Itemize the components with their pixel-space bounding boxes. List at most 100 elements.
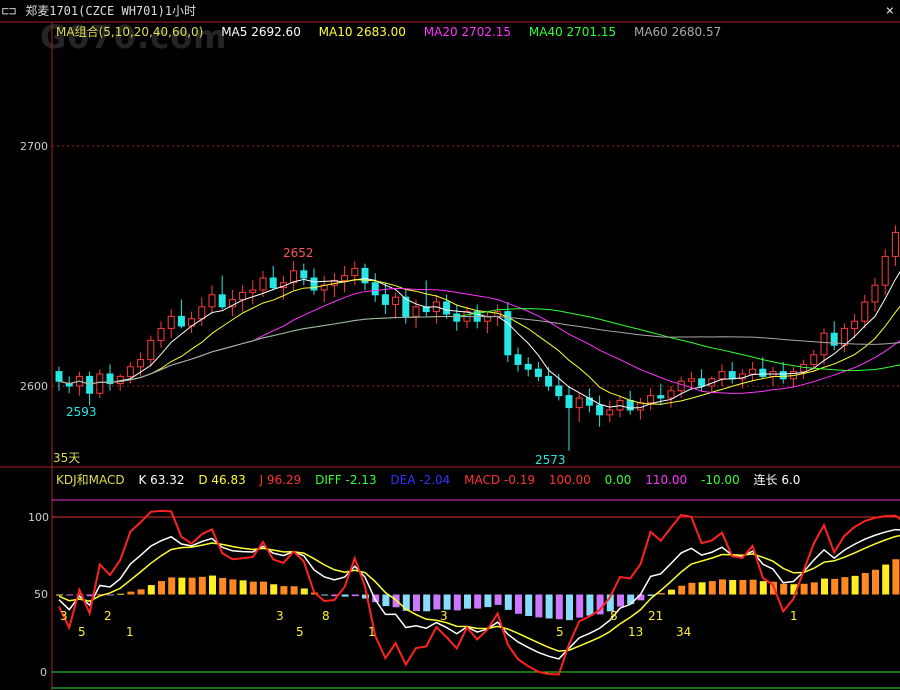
candle-body[interactable] xyxy=(126,366,134,377)
macd-bar xyxy=(443,594,451,610)
candles-group xyxy=(55,225,899,451)
macd-bar xyxy=(861,572,869,595)
macd-bar xyxy=(209,575,216,595)
candle-body[interactable] xyxy=(728,371,736,380)
macd-bar xyxy=(433,594,441,610)
candle-body[interactable] xyxy=(86,375,94,394)
chart-canvas[interactable]: 2700 2600 2652 2593 2573 35天 100 50 0 35… xyxy=(0,0,900,690)
candle-body[interactable] xyxy=(269,277,277,289)
macd-bar xyxy=(821,578,828,595)
macd-bar xyxy=(341,594,349,597)
candle-body[interactable] xyxy=(239,291,247,301)
candle-body[interactable] xyxy=(575,397,583,409)
candle-body[interactable] xyxy=(96,373,104,394)
candle-body[interactable] xyxy=(840,327,848,346)
candle-body[interactable] xyxy=(524,363,532,370)
candle-body[interactable] xyxy=(565,395,573,409)
macd-bar xyxy=(198,576,206,595)
macd-bar xyxy=(892,559,900,595)
macd-bar xyxy=(249,581,257,595)
macd-bar xyxy=(127,591,135,595)
axis-label-50: 50 xyxy=(34,588,48,601)
candle-body[interactable] xyxy=(443,301,451,315)
macd-bar xyxy=(545,594,553,619)
candle-body[interactable] xyxy=(687,378,695,382)
candle-body[interactable] xyxy=(157,327,165,341)
candle-body[interactable] xyxy=(810,354,818,365)
macd-bar xyxy=(504,594,512,610)
candle-body[interactable] xyxy=(137,359,145,368)
macd-bar xyxy=(729,579,737,595)
macd-bar xyxy=(759,581,767,595)
macd-bar xyxy=(882,564,890,595)
macd-bar xyxy=(810,582,818,595)
macd-bar xyxy=(484,594,492,608)
macd-bar xyxy=(188,577,196,595)
macd-bar xyxy=(708,581,716,595)
count-label: 8 xyxy=(322,609,330,623)
candle-body[interactable] xyxy=(514,354,522,365)
count-label: 8 xyxy=(610,609,618,623)
candle-body[interactable] xyxy=(677,380,685,392)
macd-bar xyxy=(627,594,635,605)
candle-body[interactable] xyxy=(657,395,665,399)
candle-body[interactable] xyxy=(698,378,706,387)
macd-bar xyxy=(566,594,573,621)
candle-body[interactable] xyxy=(341,275,349,281)
candle-body[interactable] xyxy=(371,282,379,296)
candle-body[interactable] xyxy=(749,368,757,375)
candle-body[interactable] xyxy=(667,390,675,399)
candle-body[interactable] xyxy=(881,255,889,286)
candle-body[interactable] xyxy=(779,371,787,380)
macd-bar xyxy=(719,579,726,595)
macd-bar xyxy=(402,594,410,611)
axis-label-100: 100 xyxy=(28,511,49,524)
candle-body[interactable] xyxy=(820,332,828,356)
candle-body[interactable] xyxy=(300,270,308,279)
candle-body[interactable] xyxy=(545,375,553,387)
candle-body[interactable] xyxy=(585,397,593,406)
indicator-group: 352135813581321341 xyxy=(56,509,900,676)
candle-body[interactable] xyxy=(851,320,859,329)
candle-body[interactable] xyxy=(718,371,726,380)
macd-bar xyxy=(872,569,879,595)
candle-body[interactable] xyxy=(55,371,63,382)
candle-body[interactable] xyxy=(167,315,175,329)
count-label: 13 xyxy=(628,625,643,639)
candle-body[interactable] xyxy=(208,294,216,308)
candle-body[interactable] xyxy=(412,306,420,317)
candle-body[interactable] xyxy=(147,339,155,361)
candle-body[interactable] xyxy=(647,395,655,404)
macd-bar xyxy=(831,578,839,595)
count-label: 21 xyxy=(648,609,663,623)
candle-body[interactable] xyxy=(351,267,359,277)
candle-body[interactable] xyxy=(177,315,185,327)
macd-bar xyxy=(270,584,278,595)
candle-body[interactable] xyxy=(310,277,318,291)
candle-body[interactable] xyxy=(861,301,869,322)
count-label: 1 xyxy=(368,625,376,639)
candle-body[interactable] xyxy=(218,294,226,308)
candle-body[interactable] xyxy=(392,296,400,305)
macd-bar xyxy=(739,579,747,595)
macd-bar xyxy=(321,594,329,596)
candle-body[interactable] xyxy=(606,409,614,416)
count-label: 3 xyxy=(276,609,284,623)
candle-body[interactable] xyxy=(249,289,257,293)
candle-body[interactable] xyxy=(596,404,604,416)
macd-bar xyxy=(117,593,125,595)
macd-bar xyxy=(66,594,74,596)
candle-body[interactable] xyxy=(198,306,206,320)
candle-body[interactable] xyxy=(759,368,767,377)
candle-body[interactable] xyxy=(555,385,563,397)
candle-body[interactable] xyxy=(259,277,267,291)
low-annotation-mid: 2573 xyxy=(535,453,566,467)
candle-body[interactable] xyxy=(453,313,461,322)
macd-bar xyxy=(137,589,145,595)
candle-body[interactable] xyxy=(534,368,542,377)
candle-body[interactable] xyxy=(891,231,899,257)
macd-bar xyxy=(56,594,63,596)
candle-body[interactable] xyxy=(381,294,389,305)
candle-body[interactable] xyxy=(871,284,879,303)
macd-bar xyxy=(178,577,186,595)
